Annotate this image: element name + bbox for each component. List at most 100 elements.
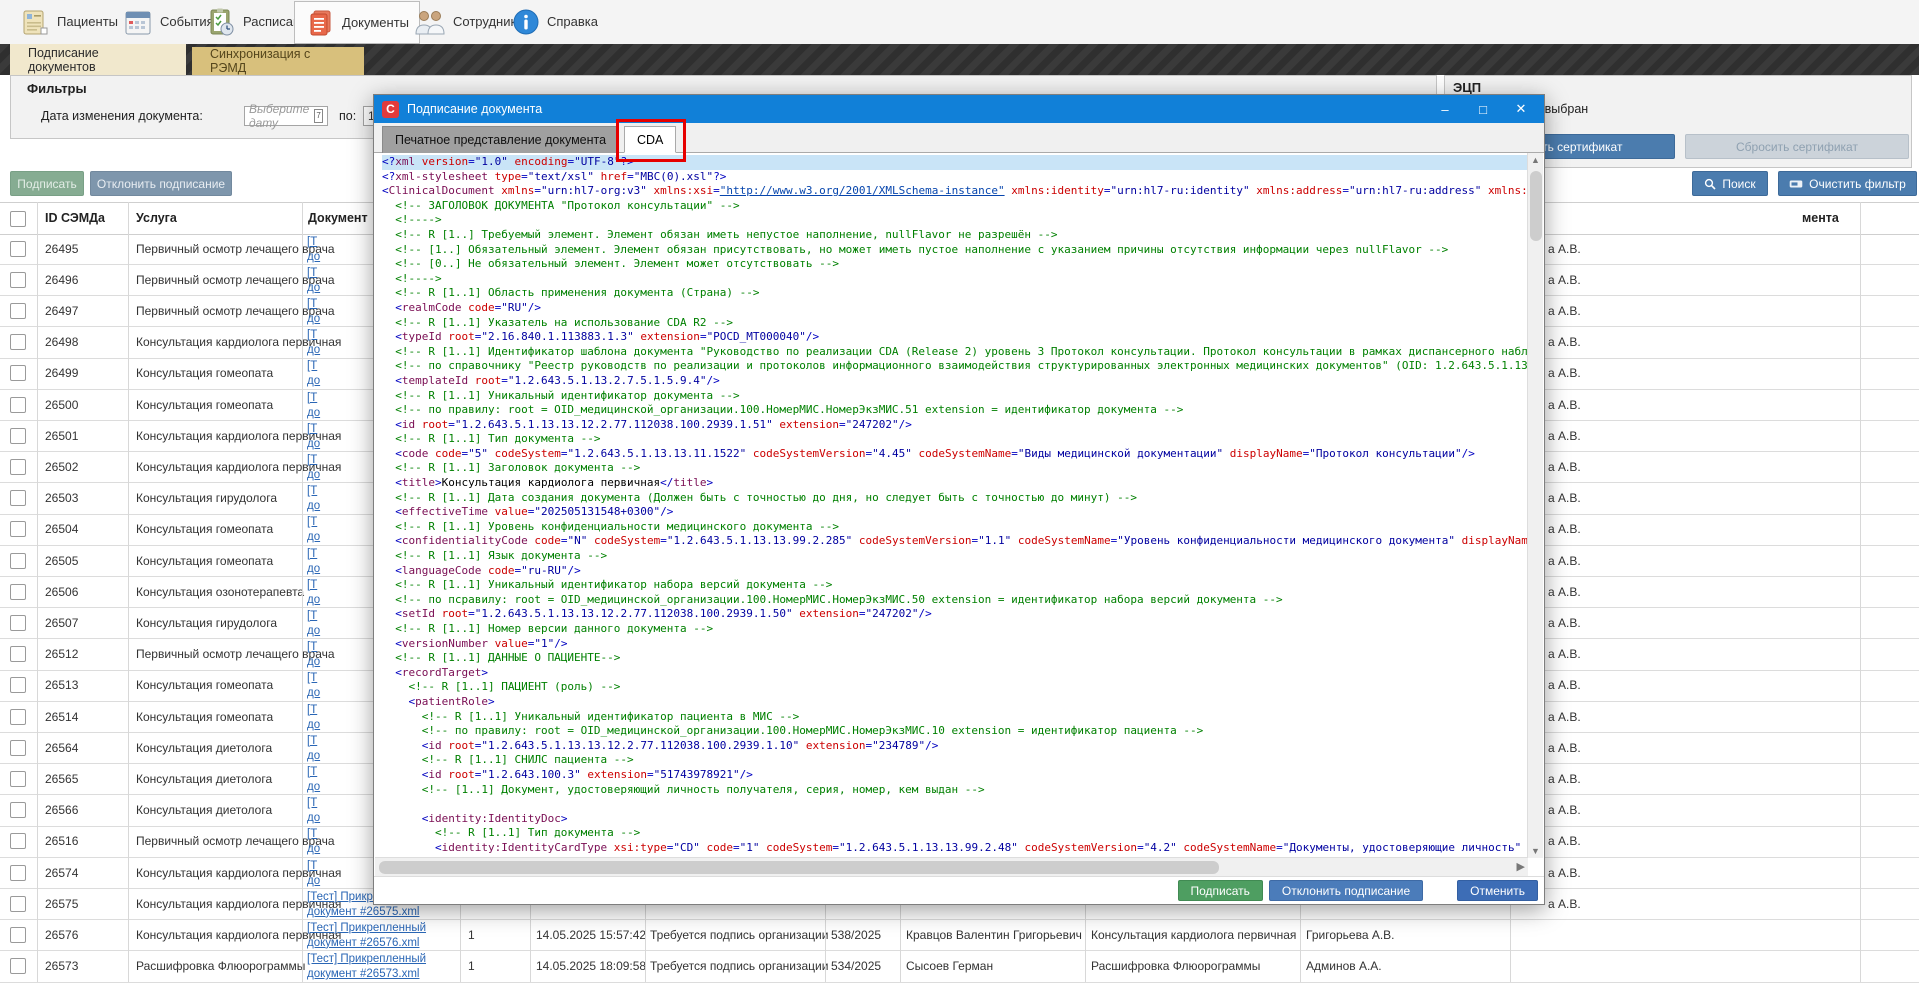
row-checkbox[interactable] bbox=[10, 802, 26, 818]
vertical-scrollbar[interactable]: ▲ ▼ bbox=[1527, 153, 1543, 858]
toolbar-item-label: Документы bbox=[342, 15, 409, 30]
row-checkbox[interactable] bbox=[10, 303, 26, 319]
cell-service: Первичный осмотр лечащего врача bbox=[136, 647, 335, 661]
cell-author-fragment: а А.В. bbox=[1548, 866, 1581, 880]
calendar-icon[interactable]: 7 bbox=[314, 109, 323, 123]
row-checkbox[interactable] bbox=[10, 553, 26, 569]
search-button[interactable]: Поиск bbox=[1692, 171, 1768, 196]
row-checkbox[interactable] bbox=[10, 833, 26, 849]
clear-filter-button[interactable]: Очистить фильтр bbox=[1778, 171, 1917, 196]
horizontal-scrollbar[interactable]: ▶ bbox=[375, 857, 1528, 876]
dialog-decline-button[interactable]: Отклонить подписание bbox=[1269, 880, 1423, 901]
row-checkbox[interactable] bbox=[10, 677, 26, 693]
tab-cda[interactable]: CDA bbox=[624, 126, 676, 153]
cell-document-link-fragment[interactable]: [Тдо bbox=[307, 265, 320, 295]
xml-line: <!-- R [1..1] Уникальный идентификатор н… bbox=[382, 578, 1528, 593]
xml-line: <!-- R [1..1] СНИЛС пациента --> bbox=[382, 753, 1528, 768]
cell-document-link-fragment[interactable]: [Тдо bbox=[307, 358, 320, 388]
table-row[interactable]: 26573Расшифровка Флюорограммы[Тест] Прик… bbox=[0, 951, 1919, 983]
cell-id: 26575 bbox=[45, 897, 78, 911]
cell-document-link-fragment[interactable]: [Тдо bbox=[307, 327, 320, 357]
cell-document-link-fragment[interactable]: [Тдо bbox=[307, 733, 320, 763]
cell-document-link-fragment[interactable]: [Тдо bbox=[307, 577, 320, 607]
dialog-titlebar[interactable]: C Подписание документа – □ ✕ bbox=[374, 95, 1544, 123]
cell-id: 26497 bbox=[45, 304, 78, 318]
row-checkbox[interactable] bbox=[10, 334, 26, 350]
maximize-icon[interactable]: □ bbox=[1468, 102, 1498, 117]
cell-document-link-fragment[interactable]: [Тдо bbox=[307, 639, 320, 669]
module-tab-remd-sync[interactable]: Синхронизация с РЭМД bbox=[192, 47, 364, 75]
cda-xml-view[interactable]: <?xml version="1.0" encoding="UTF-8"?><?… bbox=[375, 153, 1528, 858]
row-checkbox[interactable] bbox=[10, 397, 26, 413]
filters-title: Фильтры bbox=[27, 81, 87, 96]
decline-sign-button-disabled[interactable]: Отклонить подписание bbox=[90, 171, 232, 196]
cell-document-link-fragment[interactable]: [Тдо bbox=[307, 826, 320, 856]
cell-document-link[interactable]: [Тест] Прикрепленныйдокумент #26573.xml bbox=[307, 951, 426, 981]
select-all-checkbox[interactable] bbox=[10, 211, 26, 227]
row-checkbox[interactable] bbox=[10, 459, 26, 475]
cell-document-link-fragment[interactable]: [Тдо bbox=[307, 795, 320, 825]
cell-document-link-fragment[interactable]: [Тдо bbox=[307, 608, 320, 638]
scroll-down-icon[interactable]: ▼ bbox=[1528, 846, 1543, 856]
table-row[interactable]: 26576Консультация кардиолога первичная[Т… bbox=[0, 919, 1919, 951]
scroll-right-icon[interactable]: ▶ bbox=[1517, 860, 1525, 873]
toolbar-item-patients[interactable]: Пациенты bbox=[10, 1, 128, 42]
cell-document-link-fragment[interactable]: [Тдо bbox=[307, 546, 320, 576]
row-checkbox[interactable] bbox=[10, 615, 26, 631]
cell-document-link-fragment[interactable]: [Тдо bbox=[307, 858, 320, 888]
sign-button-disabled[interactable]: Подписать bbox=[10, 171, 84, 196]
dialog-cancel-button[interactable]: Отменить bbox=[1457, 880, 1538, 901]
cell-id: 26506 bbox=[45, 585, 78, 599]
row-checkbox[interactable] bbox=[10, 521, 26, 537]
row-checkbox[interactable] bbox=[10, 958, 26, 974]
cell-document-link-fragment[interactable]: [Тдо bbox=[307, 764, 320, 794]
cell-document-link[interactable]: [Тест] Прикрепленныйдокумент #26576.xml bbox=[307, 920, 426, 950]
row-checkbox[interactable] bbox=[10, 490, 26, 506]
row-checkbox[interactable] bbox=[10, 428, 26, 444]
row-checkbox[interactable] bbox=[10, 927, 26, 943]
row-checkbox[interactable] bbox=[10, 740, 26, 756]
cell-document-link-fragment[interactable]: [Тдо bbox=[307, 390, 320, 420]
toolbar-item-documents[interactable]: Документы bbox=[294, 1, 420, 44]
column-border bbox=[1860, 202, 1861, 982]
cell-document-link-fragment[interactable]: [Тдо bbox=[307, 670, 320, 700]
minimize-icon[interactable]: – bbox=[1430, 102, 1460, 117]
cell-document-link-fragment[interactable]: [Тдо bbox=[307, 296, 320, 326]
close-icon[interactable]: ✕ bbox=[1506, 101, 1536, 117]
cell-document-link-fragment[interactable]: [Тдо bbox=[307, 514, 320, 544]
module-tab-signing[interactable]: Подписание документов bbox=[10, 44, 186, 75]
vertical-scroll-thumb[interactable] bbox=[1530, 171, 1542, 241]
row-checkbox[interactable] bbox=[10, 646, 26, 662]
cell-document-link-fragment[interactable]: [Тдо bbox=[307, 234, 320, 264]
toolbar-item-help[interactable]: Справка bbox=[502, 1, 608, 42]
cell-author-fragment: а А.В. bbox=[1548, 304, 1581, 318]
dialog-tabs: Печатное представление документа CDA bbox=[374, 123, 1544, 153]
row-checkbox[interactable] bbox=[10, 771, 26, 787]
clear-filter-icon bbox=[1789, 179, 1803, 189]
row-checkbox[interactable] bbox=[10, 584, 26, 600]
cell-id: 26516 bbox=[45, 834, 78, 848]
dialog-sign-button[interactable]: Подписать bbox=[1178, 880, 1263, 901]
cell-document-link-fragment[interactable]: [Тдо bbox=[307, 421, 320, 451]
horizontal-scroll-thumb[interactable] bbox=[379, 861, 1219, 874]
row-checkbox[interactable] bbox=[10, 272, 26, 288]
cell-document-link-fragment[interactable]: [Тдо bbox=[307, 452, 320, 482]
row-checkbox[interactable] bbox=[10, 241, 26, 257]
row-checkbox[interactable] bbox=[10, 865, 26, 881]
application-window: ПациентыСобытияРасписанияДокументыСотруд… bbox=[0, 0, 1919, 986]
row-checkbox[interactable] bbox=[10, 365, 26, 381]
reset-certificate-button[interactable]: Сбросить сертификат bbox=[1685, 134, 1909, 159]
cell-author-fragment: а А.В. bbox=[1548, 366, 1581, 380]
column-header-service: Услуга bbox=[136, 211, 177, 225]
cell-author-fragment: а А.В. bbox=[1548, 678, 1581, 692]
scroll-up-icon[interactable]: ▲ bbox=[1528, 155, 1543, 165]
date-from-input[interactable]: Выберите дату 7 bbox=[244, 106, 328, 126]
xml-line: <confidentialityCode code="N" codeSystem… bbox=[382, 534, 1528, 549]
cell-qty: 1 bbox=[468, 959, 475, 973]
cell-document-link-fragment[interactable]: [Тдо bbox=[307, 483, 320, 513]
cell-document-link-fragment[interactable]: [Тдо bbox=[307, 702, 320, 732]
tab-print-view[interactable]: Печатное представление документа bbox=[382, 126, 619, 153]
row-checkbox[interactable] bbox=[10, 709, 26, 725]
cell-service: Первичный осмотр лечащего врача bbox=[136, 273, 335, 287]
row-checkbox[interactable] bbox=[10, 896, 26, 912]
